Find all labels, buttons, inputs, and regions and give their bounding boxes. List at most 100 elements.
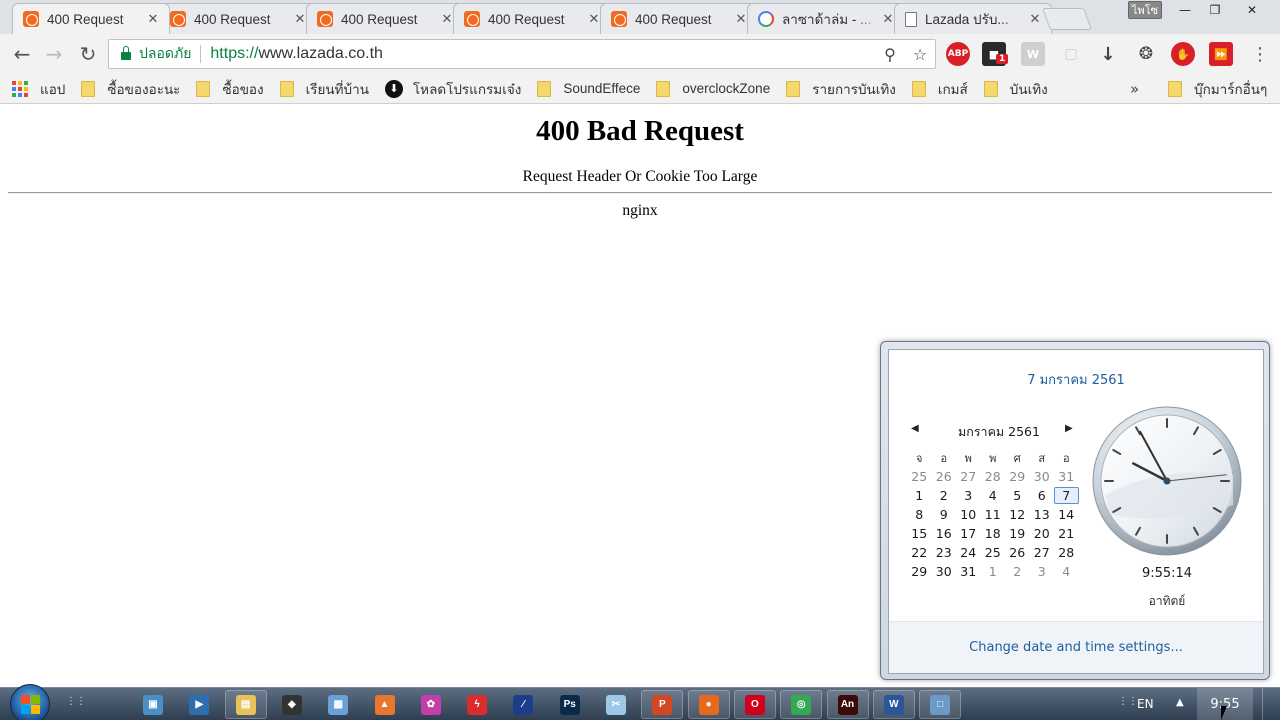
calendar-day[interactable]: 29 xyxy=(1005,469,1030,484)
start-button[interactable] xyxy=(10,684,50,720)
calendar-day[interactable]: 19 xyxy=(1005,526,1030,541)
calendar-day[interactable]: 30 xyxy=(932,564,957,579)
forward-button[interactable]: → xyxy=(40,40,68,68)
bookmark-item[interactable]: แอป xyxy=(12,78,65,100)
taskbar-app-explorer[interactable]: ▤ xyxy=(224,690,267,719)
bookmarks-overflow-button[interactable]: » xyxy=(1130,80,1139,98)
tab-6[interactable]: ลาซาด้าล่ม - ... ✕ xyxy=(747,3,905,34)
calendar-day[interactable]: 14 xyxy=(1054,507,1079,522)
long-date-link[interactable]: 7 มกราคม 2561 xyxy=(889,369,1263,390)
calendar-day[interactable]: 27 xyxy=(1030,545,1055,560)
calendar-day[interactable]: 23 xyxy=(932,545,957,560)
bookmark-star-icon[interactable]: ☆ xyxy=(905,45,935,64)
calendar-day[interactable]: 28 xyxy=(1054,545,1079,560)
taskbar-app-snip[interactable]: ✂ xyxy=(595,690,637,719)
calendar-day[interactable]: 11 xyxy=(981,507,1006,522)
maximize-button[interactable]: ❐ xyxy=(1200,0,1230,20)
tray-expand-icon[interactable]: ▲ xyxy=(1176,697,1184,708)
calendar-day[interactable]: 13 xyxy=(1030,507,1055,522)
calendar-day[interactable]: 1 xyxy=(981,564,1006,579)
taskbar-app-chrome[interactable]: ◎ xyxy=(780,690,823,719)
calendar-day[interactable]: 29 xyxy=(907,564,932,579)
tab-3[interactable]: 400 Request ✕ xyxy=(306,3,464,34)
calendar-day[interactable]: 3 xyxy=(1030,564,1055,579)
calendar-day[interactable]: 12 xyxy=(1005,507,1030,522)
taskbar-app-compass[interactable]: ∕ xyxy=(502,690,544,719)
calendar-day[interactable]: 9 xyxy=(932,507,957,522)
bookmark-item[interactable]: บันเทิง xyxy=(983,78,1048,100)
calendar-day[interactable]: 8 xyxy=(907,507,932,522)
calendar-day[interactable]: 26 xyxy=(1005,545,1030,560)
bookmark-item[interactable]: ซื้อของ xyxy=(196,78,264,100)
calendar-day[interactable]: 5 xyxy=(1005,488,1030,503)
minimize-button[interactable]: — xyxy=(1170,0,1200,20)
url-text[interactable]: https://www.lazada.co.th xyxy=(210,45,875,63)
next-month-icon[interactable]: ▶ xyxy=(1065,423,1073,434)
taskbar-app-word[interactable]: W xyxy=(872,690,915,719)
tab-7[interactable]: Lazada ปรับ... ✕ xyxy=(894,3,1052,34)
video-icon[interactable]: ⏩ xyxy=(1209,42,1233,66)
calendar-day[interactable]: 26 xyxy=(932,469,957,484)
menu-icon[interactable]: ⋮ xyxy=(1246,40,1274,68)
bookmark-item[interactable]: รายการบันเทิง xyxy=(786,78,896,100)
calendar-day[interactable]: 4 xyxy=(1054,564,1079,579)
tab-4[interactable]: 400 Request ✕ xyxy=(453,3,611,34)
close-window-button[interactable]: ✕ xyxy=(1230,0,1274,20)
taskbar-app-photoshop[interactable]: Ps xyxy=(549,690,591,719)
calendar-day[interactable]: 25 xyxy=(907,469,932,484)
calendar-day[interactable]: 22 xyxy=(907,545,932,560)
calendar-day[interactable]: 20 xyxy=(1030,526,1055,541)
change-settings-link[interactable]: Change date and time settings... xyxy=(969,640,1183,655)
camera-icon[interactable]: ▢ xyxy=(1059,42,1083,66)
other-bookmarks[interactable]: บุ๊กมาร์กอื่นๆ xyxy=(1168,78,1267,100)
film-icon[interactable]: ❂ xyxy=(1134,42,1158,66)
month-title[interactable]: มกราคม 2561 xyxy=(919,422,1079,442)
abp-icon[interactable]: ABP xyxy=(946,42,970,66)
show-desktop-button[interactable] xyxy=(1262,688,1280,720)
calendar-day[interactable]: 28 xyxy=(981,469,1006,484)
tab-close-icon[interactable]: ✕ xyxy=(145,12,161,27)
calendar-day[interactable]: 6 xyxy=(1030,488,1055,503)
calendar-day[interactable]: 31 xyxy=(956,564,981,579)
calendar-day[interactable]: 31 xyxy=(1054,469,1079,484)
taskbar-app-media-player[interactable]: ▶ xyxy=(178,690,220,719)
download-icon[interactable]: ↓ xyxy=(1096,42,1120,66)
bookmark-item[interactable]: SoundEffece xyxy=(537,80,640,97)
calendar-day[interactable]: 27 xyxy=(956,469,981,484)
calendar-day[interactable]: 15 xyxy=(907,526,932,541)
notification-icon[interactable]: ■ 1 xyxy=(982,42,1009,66)
address-bar[interactable]: ปลอดภัย https://www.lazada.co.th ⚲ ☆ xyxy=(108,39,936,69)
calendar-day[interactable]: 21 xyxy=(1054,526,1079,541)
reload-button[interactable]: ↻ xyxy=(74,40,102,68)
bookmark-item[interactable]: เรียนที่บ้าน xyxy=(279,78,369,100)
tab-2[interactable]: 400 Request ✕ xyxy=(159,3,317,34)
bookmark-item[interactable]: overclockZone xyxy=(656,80,770,97)
taskbar-app-flash[interactable]: ϟ xyxy=(456,690,498,719)
stop-icon[interactable]: ✋ xyxy=(1171,42,1195,66)
calendar-day[interactable]: 10 xyxy=(956,507,981,522)
taskbar-app-firefox[interactable]: ● xyxy=(687,690,730,719)
language-indicator[interactable]: EN xyxy=(1137,697,1154,711)
calendar-day[interactable]: 2 xyxy=(932,488,957,503)
taskbar-app-monitor[interactable]: ▣ xyxy=(132,690,174,719)
taskbar-app-powerpoint[interactable]: P xyxy=(641,690,684,719)
calendar-day[interactable]: 24 xyxy=(956,545,981,560)
back-button[interactable]: ← xyxy=(8,40,36,68)
taskbar-app-paint[interactable]: ✿ xyxy=(410,690,452,719)
taskbar-app-window[interactable]: □ xyxy=(919,690,962,719)
bookmark-item[interactable]: ⬇ โหลดโปรแกรมเจ๋ง xyxy=(384,78,521,100)
zoom-icon[interactable]: ⚲ xyxy=(875,45,905,64)
calendar-day[interactable]: 16 xyxy=(932,526,957,541)
calendar-day[interactable]: 4 xyxy=(981,488,1006,503)
tab-5[interactable]: 400 Request ✕ xyxy=(600,3,758,34)
prev-month-icon[interactable]: ◀ xyxy=(911,423,919,434)
taskbar-app-flame[interactable]: ▲ xyxy=(364,690,406,719)
calendar-day[interactable]: 1 xyxy=(907,488,932,503)
calendar-day[interactable]: 3 xyxy=(956,488,981,503)
bookmark-item[interactable]: ซื้อของอะนะ xyxy=(81,78,180,100)
calendar-day[interactable]: 25 xyxy=(981,545,1006,560)
calendar-day[interactable]: 30 xyxy=(1030,469,1055,484)
taskbar-app-animate[interactable]: An xyxy=(826,690,869,719)
w-icon[interactable]: W xyxy=(1021,42,1045,66)
calendar-day[interactable]: 18 xyxy=(981,526,1006,541)
